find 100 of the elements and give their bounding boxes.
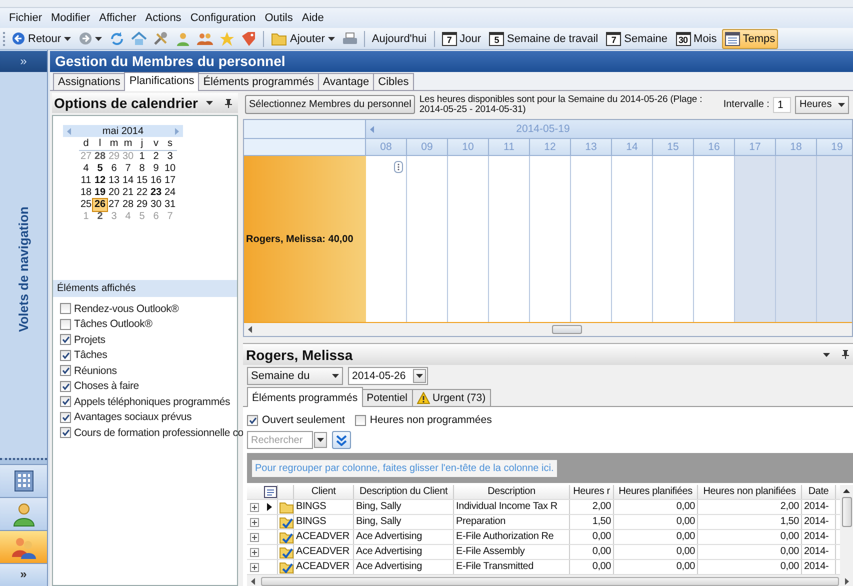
menu-item[interactable]: Outils xyxy=(264,11,294,25)
calendar-day[interactable]: 28 xyxy=(121,199,135,211)
horizontal-scrollbar[interactable] xyxy=(247,575,853,586)
checkbox[interactable] xyxy=(60,396,71,408)
tab[interactable]: Assignations xyxy=(53,73,126,90)
calendar-day[interactable]: 3 xyxy=(163,151,177,163)
navigation-button[interactable] xyxy=(0,530,47,563)
checkbox[interactable] xyxy=(60,318,71,330)
column-header[interactable]: Heures planifiées xyxy=(614,485,698,499)
today-button[interactable]: Aujourd'hui xyxy=(368,28,430,48)
checkbox[interactable] xyxy=(60,334,71,346)
calendar-day[interactable]: 14 xyxy=(121,175,135,187)
calendar-day[interactable]: 2 xyxy=(149,151,163,163)
column-header[interactable]: Client xyxy=(294,485,354,499)
navigation-pane-title[interactable]: Volets de navigation xyxy=(0,73,47,458)
menu-item[interactable]: Configuration xyxy=(189,11,257,25)
tab[interactable]: Planifications xyxy=(124,72,200,91)
checkbox[interactable] xyxy=(60,350,71,361)
column-header[interactable]: Description xyxy=(454,485,570,499)
tab[interactable]: Avantage xyxy=(318,73,374,90)
calendar-day[interactable]: 22 xyxy=(135,187,149,199)
checkbox[interactable] xyxy=(354,414,366,426)
tab[interactable]: Urgent (73) xyxy=(412,389,491,406)
add-button[interactable]: Ajouter xyxy=(268,28,338,48)
column-chooser-button[interactable] xyxy=(263,485,278,499)
calendar-day[interactable]: 23 xyxy=(149,187,163,199)
calendar-day[interactable]: 30 xyxy=(149,199,163,211)
tab[interactable]: Éléments programmés xyxy=(198,73,319,90)
calendar-day[interactable]: 11 xyxy=(79,175,93,187)
configure-buttons-button[interactable]: » xyxy=(0,563,47,586)
calendar-day[interactable]: 17 xyxy=(163,175,177,187)
weekday-label: d xyxy=(79,138,93,151)
person-icon xyxy=(175,30,192,46)
scrollbar-thumb[interactable] xyxy=(261,576,839,586)
view-button[interactable]: 30 Mois xyxy=(672,28,720,48)
calendar-day[interactable]: 9 xyxy=(149,163,163,175)
navigation-button[interactable] xyxy=(0,497,47,530)
calendar-day[interactable]: 13 xyxy=(107,175,121,187)
tab[interactable]: Cibles xyxy=(373,73,414,90)
calendar-day[interactable]: 28 xyxy=(93,151,107,163)
calendar-day[interactable]: 15 xyxy=(135,175,149,187)
calendar-day[interactable]: 19 xyxy=(93,187,107,199)
checkbox[interactable] xyxy=(60,412,71,423)
column-header[interactable]: Heures r xyxy=(570,485,614,499)
checkbox[interactable] xyxy=(60,303,71,314)
refresh-icon xyxy=(109,30,126,46)
checkbox[interactable] xyxy=(60,427,71,438)
menu-item[interactable]: Actions xyxy=(144,11,182,25)
view-button[interactable]: Temps xyxy=(722,28,778,48)
calendar-day[interactable]: 5 xyxy=(93,163,107,175)
calendar-day[interactable]: 26 xyxy=(93,199,107,211)
navigation-button[interactable] xyxy=(0,464,47,497)
previous-month-button[interactable] xyxy=(67,128,71,134)
calendar-day[interactable]: 20 xyxy=(107,187,121,199)
tab[interactable]: Éléments programmés xyxy=(247,387,363,407)
column-header[interactable]: Heures non planifiées xyxy=(698,485,802,499)
calendar-day[interactable]: 31 xyxy=(163,199,177,211)
calendar-day[interactable]: 21 xyxy=(121,187,135,199)
view-button[interactable]: 7 Jour xyxy=(438,28,484,48)
calendar-day[interactable]: 4 xyxy=(79,163,93,175)
expand-button[interactable]: » xyxy=(0,51,47,72)
calendar-day[interactable]: 10 xyxy=(163,163,177,175)
calendar-day[interactable]: 18 xyxy=(79,187,93,199)
calendar-day[interactable]: 29 xyxy=(135,199,149,211)
calendar-day[interactable]: 24 xyxy=(163,187,177,199)
horizontal-scrollbar[interactable] xyxy=(244,323,852,336)
column-header[interactable]: Date xyxy=(802,485,836,499)
select-staff-button[interactable]: Sélectionnez Membres du personnel xyxy=(245,95,416,114)
view-button[interactable]: 5 Semaine de travail xyxy=(486,28,602,48)
column-header[interactable]: Description du Client xyxy=(354,485,454,499)
menu-item[interactable]: Fichier xyxy=(8,11,44,25)
calendar-day[interactable]: 12 xyxy=(93,175,107,187)
calendar-day[interactable]: 1 xyxy=(135,151,149,163)
dropdown-button[interactable] xyxy=(314,432,327,448)
tab[interactable]: Potentiel xyxy=(362,389,412,406)
back-button[interactable]: Retour xyxy=(9,28,74,48)
calendar-day[interactable]: 7 xyxy=(121,163,135,175)
date-field[interactable]: 2014-05-26 xyxy=(348,367,428,385)
interval-field[interactable]: 1 xyxy=(773,96,792,112)
next-month-button[interactable] xyxy=(174,128,179,134)
calendar-day[interactable]: 25 xyxy=(79,199,93,211)
checkbox[interactable] xyxy=(247,414,258,426)
calendar-day[interactable]: 16 xyxy=(149,175,163,187)
vertical-scrollbar[interactable] xyxy=(840,485,853,575)
search-field[interactable]: Rechercher xyxy=(247,431,313,449)
menu-item[interactable]: Modifier xyxy=(50,11,92,25)
calendar-day[interactable]: 2 xyxy=(93,211,107,223)
menu-item[interactable]: Aide xyxy=(300,11,325,25)
calendar-day[interactable]: 6 xyxy=(107,163,121,175)
calendar-day[interactable]: 8 xyxy=(135,163,149,175)
menu-item[interactable]: Afficher xyxy=(98,11,138,25)
checkbox[interactable] xyxy=(60,365,71,376)
expand-filters-button[interactable] xyxy=(332,431,351,449)
scrollbar-thumb[interactable] xyxy=(552,325,582,334)
scrollbar-thumb[interactable] xyxy=(842,497,852,527)
checkbox[interactable] xyxy=(60,380,71,392)
calendar-day[interactable]: 27 xyxy=(107,199,121,211)
view-button[interactable]: 7 Semaine xyxy=(603,28,671,48)
period-dropdown[interactable]: Semaine du xyxy=(247,367,343,385)
unit-dropdown[interactable]: Heures xyxy=(795,96,850,114)
